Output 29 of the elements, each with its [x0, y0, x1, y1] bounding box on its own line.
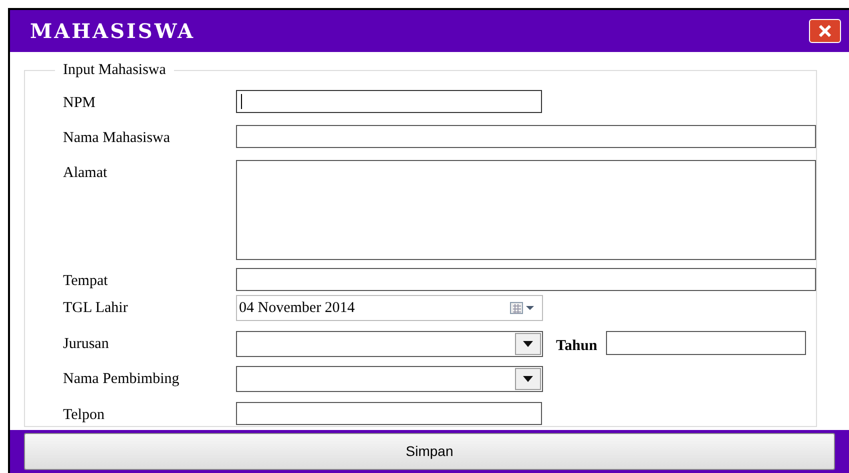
field-label: NPM — [63, 94, 97, 112]
dropdown-button[interactable] — [515, 333, 541, 355]
caret-icon — [523, 376, 533, 382]
text-cursor — [241, 94, 242, 109]
date-picker[interactable]: 04 November 2014 — [236, 295, 543, 321]
text-field[interactable] — [606, 331, 806, 355]
field-label: Nama Mahasiswa — [63, 129, 172, 147]
field-label: Alamat — [63, 164, 108, 182]
close-button[interactable] — [809, 19, 841, 43]
caret-icon — [523, 341, 533, 347]
dropdown-button[interactable] — [515, 368, 541, 390]
field-label: Jurusan — [63, 335, 110, 353]
calendar-icon — [510, 302, 536, 314]
text-field[interactable] — [236, 90, 542, 113]
field-label: TGL Lahir — [63, 299, 129, 317]
text-area[interactable] — [236, 160, 816, 260]
field-label: Tahun — [556, 337, 598, 355]
text-field[interactable] — [236, 268, 816, 291]
dropdown-field[interactable] — [236, 366, 543, 392]
window-title: MAHASISWA — [30, 18, 196, 45]
text-field[interactable] — [236, 125, 816, 148]
save-button[interactable]: Simpan — [24, 433, 835, 470]
field-label: Telpon — [63, 406, 106, 424]
field-label: Tempat — [63, 272, 109, 290]
text-field[interactable] — [236, 402, 542, 425]
group-title: Input Mahasiswa — [55, 61, 174, 79]
field-label: Nama Pembimbing — [63, 370, 180, 388]
close-icon — [817, 24, 833, 38]
dropdown-field[interactable] — [236, 331, 543, 357]
